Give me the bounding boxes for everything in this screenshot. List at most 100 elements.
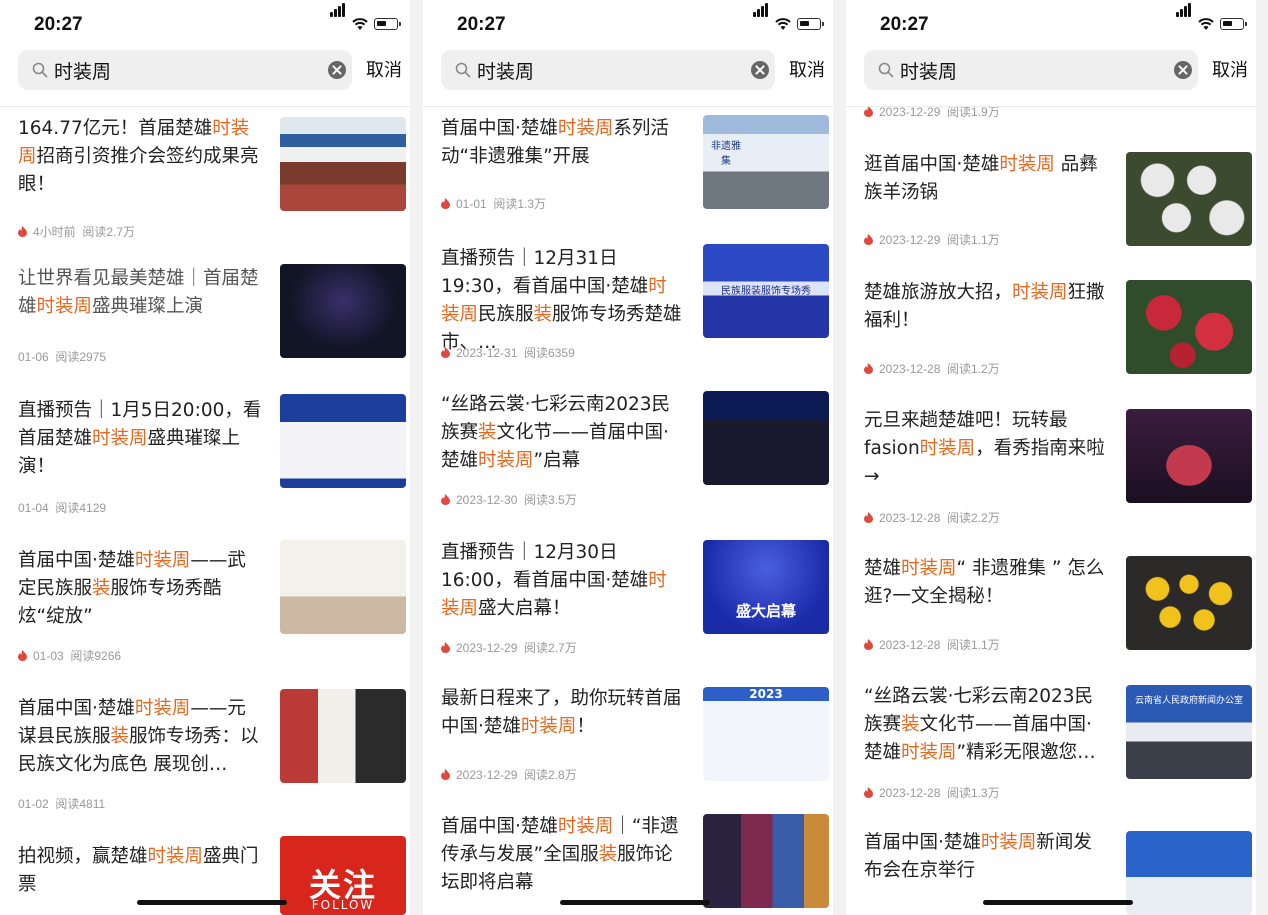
result-thumbnail[interactable]: 2023 (703, 687, 829, 781)
result-thumbnail[interactable] (1126, 556, 1252, 650)
hot-flame-icon (441, 494, 450, 505)
search-input[interactable] (900, 57, 1160, 83)
cancel-button[interactable]: 取消 (1212, 56, 1248, 82)
search-input[interactable] (54, 57, 314, 83)
search-results-feed: 首届中国·楚雄时装周系列活动“非遗雅集”开展 01-01 阅读1.3万 非遗雅集直播… (423, 107, 833, 915)
clear-search-icon[interactable] (1174, 61, 1192, 79)
status-icons (330, 3, 410, 33)
result-thumbnail[interactable] (280, 264, 406, 358)
title-text: 招商引资推介会签约成果亮眼！ (18, 146, 259, 195)
result-meta: 01-04 阅读4129 (18, 499, 106, 516)
keyword-highlight: 时装周 (36, 296, 93, 317)
result-thumbnail[interactable]: 盛大启幕 (703, 540, 829, 634)
keyword-highlight: 时装周 (520, 716, 577, 737)
result-thumbnail[interactable] (1126, 280, 1252, 374)
home-indicator[interactable] (560, 900, 710, 905)
search-box[interactable] (864, 50, 1198, 90)
result-thumbnail[interactable] (280, 540, 406, 634)
result-title[interactable]: 直播预告｜12月30日16:00，看首届中国·楚雄时装周盛大启幕！ (441, 539, 685, 623)
meta-text: 2023-12-31 阅读6359 (456, 346, 575, 360)
result-thumbnail[interactable] (1126, 831, 1252, 915)
search-bar: 取消 (423, 48, 833, 106)
keyword-highlight: 装 (92, 578, 111, 599)
result-thumbnail[interactable]: 云南省人民政府新闻办公室 (1126, 685, 1252, 779)
result-title[interactable]: 首届中国·楚雄时装周新闻发布会在京举行 (864, 829, 1108, 885)
keyword-highlight: 装 (533, 304, 553, 325)
meta-text: 01-01 阅读1.3万 (456, 197, 547, 211)
hot-flame-icon (441, 769, 450, 780)
search-box[interactable] (441, 50, 775, 90)
search-box[interactable] (18, 50, 352, 90)
search-icon (455, 62, 471, 78)
result-thumbnail[interactable] (280, 394, 406, 488)
clear-search-icon[interactable] (328, 61, 346, 79)
title-text: 楚雄 (864, 558, 902, 579)
status-bar: 20:27 (423, 0, 833, 48)
result-thumbnail[interactable]: 关注 FOLLOW (280, 836, 406, 915)
result-meta: 2023-12-28 阅读2.2万 (864, 509, 1000, 526)
keyword-highlight: 装 (110, 726, 130, 747)
result-thumbnail[interactable] (280, 689, 406, 783)
result-thumbnail[interactable] (1126, 409, 1252, 503)
result-title[interactable]: 首届中国·楚雄时装周系列活动“非遗雅集”开展 (441, 115, 685, 171)
cancel-button[interactable]: 取消 (789, 56, 825, 82)
search-icon (32, 62, 48, 78)
result-title[interactable]: 让世界看见最美楚雄｜首届楚雄时装周盛典璀璨上演 (18, 265, 262, 321)
title-text: 盛典璀璨上演 (92, 296, 204, 317)
clear-search-icon[interactable] (751, 61, 769, 79)
thumbnail-caption: 民族服装服饰专场秀 (721, 286, 811, 297)
thumbnail-caption: 非遗雅集 (711, 141, 741, 167)
result-meta: 2023-12-29 阅读1.1万 (864, 231, 1000, 248)
title-text: 首届中国·楚雄 (441, 816, 558, 837)
wifi-icon (1198, 18, 1214, 30)
result-thumbnail[interactable] (280, 117, 406, 211)
home-indicator[interactable] (137, 900, 287, 905)
result-thumbnail[interactable] (703, 391, 829, 485)
meta-text: 2023-12-28 阅读2.2万 (879, 511, 1000, 525)
result-title[interactable]: 直播预告｜1月5日20:00，看首届楚雄时装周盛典璀璨上演！ (18, 397, 262, 481)
result-title[interactable]: 拍视频，赢楚雄时装周盛典门票 (18, 843, 262, 899)
result-meta: 2023-12-30 阅读3.5万 (441, 491, 577, 508)
result-title[interactable]: “丝路云裳·七彩云南2023民族赛装文化节——首届中国·楚雄时装周”启幕 (441, 391, 685, 475)
hot-flame-icon (864, 639, 873, 650)
result-title[interactable]: 直播预告｜12月31日19:30，看首届中国·楚雄时装周民族服装服饰专场秀楚雄市… (441, 245, 685, 357)
title-text: 楚雄旅游放大招， (864, 282, 1013, 303)
meta-text: 2023-12-29 阅读2.8万 (456, 768, 577, 782)
cancel-button[interactable]: 取消 (366, 56, 402, 82)
result-meta: 4小时前 阅读2.7万 (18, 223, 135, 240)
search-input[interactable] (477, 57, 737, 83)
result-title[interactable]: 楚雄时装周“ 非遗雅集 ” 怎么逛?一文全揭秘！ (864, 555, 1108, 611)
result-title[interactable]: 逛首届中国·楚雄时装周 品彝族羊汤锅 (864, 151, 1108, 207)
search-results-feed: 2023-12-29 阅读1.9万逛首届中国·楚雄时装周 品彝族羊汤锅 2023-… (846, 107, 1256, 915)
result-title[interactable]: 首届中国·楚雄时装周——武定民族服装服饰专场秀酷炫“绽放” (18, 547, 262, 631)
phone-screen: 20:27 取消 (0, 0, 410, 915)
hot-flame-icon (441, 198, 450, 209)
keyword-highlight: 时装周 (557, 816, 614, 837)
hot-flame-icon (864, 787, 873, 798)
keyword-highlight: 装 (478, 422, 497, 443)
result-title[interactable]: 首届中国·楚雄时装周｜“非遗传承与发展”全国服装服饰论坛即将启幕 (441, 813, 685, 897)
result-thumbnail[interactable]: 民族服装服饰专场秀 (703, 244, 829, 338)
battery-icon (797, 18, 824, 30)
result-title[interactable]: 楚雄旅游放大招，时装周狂撒福利！ (864, 279, 1108, 335)
result-title[interactable]: 首届中国·楚雄时装周——元谋县民族服装服饰专场秀：以民族文化为底色 展现创… (18, 695, 262, 779)
home-indicator[interactable] (983, 900, 1133, 905)
result-title[interactable]: “丝路云裳·七彩云南2023民族赛装文化节——首届中国·楚雄时装周”精彩无限邀您… (864, 683, 1108, 767)
result-title[interactable]: 164.77亿元！首届楚雄时装周招商引资推介会签约成果亮眼！ (18, 115, 262, 199)
status-time: 20:27 (34, 14, 83, 35)
result-meta: 01-01 阅读1.3万 (441, 195, 546, 212)
phone-screen: 20:27 取消 (846, 0, 1256, 915)
meta-text: 2023-12-29 阅读1.9万 (879, 107, 1000, 119)
hot-flame-icon (18, 226, 27, 237)
meta-text: 4小时前 阅读2.7万 (33, 225, 136, 239)
result-thumbnail[interactable] (703, 814, 829, 908)
result-meta: 2023-12-29 阅读2.8万 (441, 766, 577, 783)
result-thumbnail[interactable]: 非遗雅集 (703, 115, 829, 209)
result-title[interactable]: 最新日程来了，助你玩转首届中国·楚雄时装周！ (441, 685, 685, 741)
title-text: 直播预告｜12月31日19:30，看首届中国·楚雄 (441, 248, 649, 297)
result-thumbnail[interactable] (1126, 152, 1252, 246)
hot-flame-icon (864, 107, 873, 117)
result-meta: 01-03 阅读9266 (18, 647, 121, 664)
result-title[interactable]: 元旦来趟楚雄吧！玩转最fasion时装周，看秀指南来啦→ (864, 407, 1108, 491)
keyword-highlight: 时装周 (901, 742, 957, 763)
